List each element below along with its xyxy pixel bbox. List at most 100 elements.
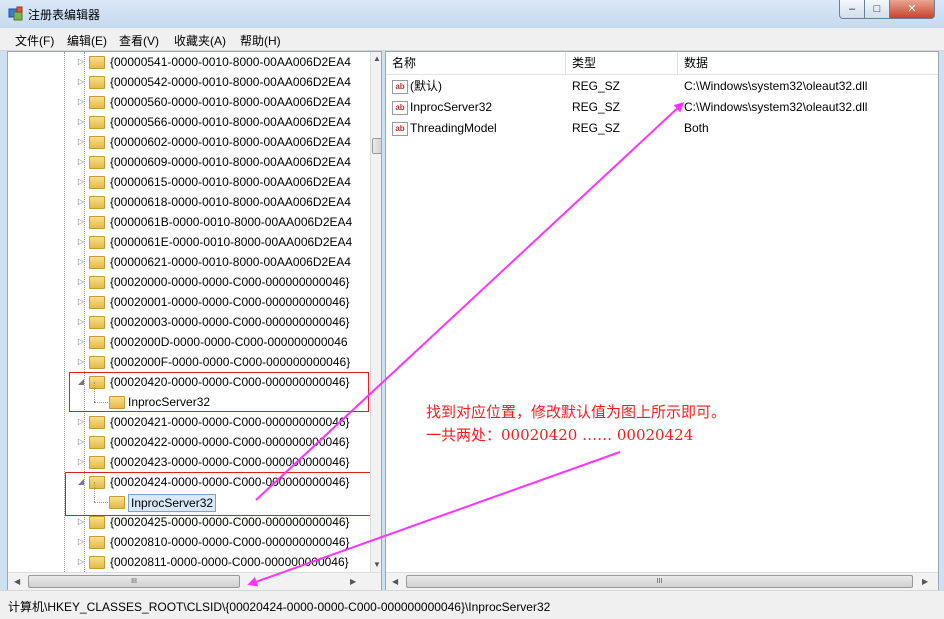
folder-icon: [89, 216, 105, 229]
tree-key-row[interactable]: ▷ {00020422-0000-0000-C000-000000000046}: [8, 432, 368, 452]
folder-icon: [89, 436, 105, 449]
scroll-right-arrow-icon[interactable]: ▶: [922, 577, 928, 586]
status-bar: 计算机\HKEY_CLASSES_ROOT\CLSID\{00020424-00…: [0, 590, 944, 619]
tree-key-row[interactable]: ▷ {00000609-0000-0010-8000-00AA006D2EA4: [8, 152, 368, 172]
string-value-icon: ab: [392, 80, 408, 94]
tree-horizontal-scrollbar[interactable]: ◀ III ▶: [8, 572, 381, 590]
scroll-left-arrow-icon[interactable]: ◀: [392, 577, 398, 586]
tree-key-row[interactable]: ▷ {00020423-0000-0000-C000-000000000046}: [8, 452, 368, 472]
folder-icon: [89, 176, 105, 189]
tree-key-label: {00020810-0000-0000-C000-000000000046}: [110, 535, 350, 549]
list-header: 名称 类型 数据: [386, 52, 938, 75]
tree-key-label: {00020811-0000-0000-C000-000000000046}: [110, 555, 349, 569]
tree-key-row[interactable]: ▷ {0000061E-0000-0010-8000-00AA006D2EA4: [8, 232, 368, 252]
tree-key-row[interactable]: ▷ {00000602-0000-0010-8000-00AA006D2EA4: [8, 132, 368, 152]
tree-key-label: {00020421-0000-0000-C000-000000000046}: [110, 415, 350, 429]
tree-key-label: {00020003-0000-0000-C000-000000000046}: [110, 315, 350, 329]
list-horizontal-scroll-thumb[interactable]: III: [406, 575, 913, 588]
folder-icon: [89, 196, 105, 209]
highlight-box-00020424: [65, 472, 375, 516]
value-data: Both: [684, 121, 709, 135]
folder-icon: [89, 356, 105, 369]
folder-icon: [89, 96, 105, 109]
tree-key-row[interactable]: ▷ {00000618-0000-0010-8000-00AA006D2EA4: [8, 192, 368, 212]
tree-key-label: {00000541-0000-0010-8000-00AA006D2EA4: [110, 55, 351, 69]
registry-editor-window: 注册表编辑器 – □ ✕ 文件(F) 编辑(E) 查看(V) 收藏夹(A) 帮助…: [0, 0, 944, 619]
folder-icon: [89, 516, 105, 529]
value-name: ThreadingModel: [410, 121, 497, 135]
tree-key-row[interactable]: ▷ {00000615-0000-0010-8000-00AA006D2EA4: [8, 172, 368, 192]
string-value-icon: ab: [392, 101, 408, 115]
values-list-pane[interactable]: 名称 类型 数据 ab (默认) REG_SZ C:\Windows\syste…: [385, 51, 939, 591]
column-header-name[interactable]: 名称: [386, 52, 566, 74]
tree-vertical-scroll-thumb[interactable]: [372, 138, 381, 154]
tree-key-row[interactable]: ▷ {00020000-0000-0000-C000-000000000046}: [8, 272, 368, 292]
menu-file[interactable]: 文件(F): [15, 32, 54, 49]
value-name: InprocServer32: [410, 100, 493, 114]
folder-icon: [89, 116, 105, 129]
value-row[interactable]: ab (默认) REG_SZ C:\Windows\system32\oleau…: [386, 76, 938, 97]
highlight-box-00020420: [69, 372, 369, 412]
folder-icon: [89, 556, 105, 569]
folder-icon: [89, 156, 105, 169]
value-row[interactable]: ab InprocServer32 REG_SZ C:\Windows\syst…: [386, 97, 938, 118]
key-tree-pane[interactable]: ▷ {00000541-0000-0010-8000-00AA006D2EA4 ▷{…: [7, 51, 382, 591]
value-row[interactable]: ab ThreadingModel REG_SZ Both: [386, 118, 938, 139]
annotation-line-2: 一共两处：00020420 …… 00020424: [426, 426, 694, 444]
folder-icon: [89, 536, 105, 549]
value-type: REG_SZ: [572, 121, 621, 135]
scroll-right-arrow-icon[interactable]: ▶: [350, 577, 356, 586]
string-value-icon: ab: [392, 122, 408, 136]
tree-key-row[interactable]: ▷ {00020421-0000-0000-C000-000000000046}: [8, 412, 368, 432]
tree-key-row[interactable]: ▷ {0002000F-0000-0000-C000-000000000046}: [8, 352, 368, 372]
folder-icon: [89, 456, 105, 469]
minimize-button[interactable]: –: [839, 0, 865, 19]
title-bar[interactable]: 注册表编辑器 – □ ✕: [0, 0, 944, 28]
menu-edit[interactable]: 编辑(E): [67, 32, 107, 49]
tree-key-row[interactable]: ▷ {00000542-0000-0010-8000-00AA006D2EA4: [8, 72, 368, 92]
menu-view[interactable]: 查看(V): [119, 32, 159, 49]
tree-key-row[interactable]: ▷ {0002000D-0000-0000-C000-000000000046: [8, 332, 368, 352]
tree-key-label: {00020000-0000-0000-C000-000000000046}: [110, 275, 350, 289]
tree-key-row[interactable]: ▷ {00020001-0000-0000-C000-000000000046}: [8, 292, 368, 312]
scroll-left-arrow-icon[interactable]: ◀: [14, 577, 20, 586]
tree-key-row[interactable]: ▷ {00000566-0000-0010-8000-00AA006D2EA4: [8, 112, 368, 132]
tree-key-label: {0002000F-0000-0000-C000-000000000046}: [110, 355, 351, 369]
regedit-app-icon: [8, 6, 23, 21]
tree-vertical-scrollbar[interactable]: ▲ ▼: [370, 52, 381, 572]
scroll-down-arrow-icon[interactable]: ▼: [373, 560, 381, 569]
menu-favorites[interactable]: 收藏夹(A): [174, 32, 226, 49]
tree-horizontal-scroll-thumb[interactable]: III: [28, 575, 240, 588]
tree-key-row[interactable]: ▷ {00000560-0000-0010-8000-00AA006D2EA4: [8, 92, 368, 112]
close-button[interactable]: ✕: [889, 0, 935, 19]
tree-key-label: {0002000D-0000-0000-C000-000000000046: [110, 335, 348, 349]
tree-key-row[interactable]: ▷ {00020810-0000-0000-C000-000000000046}: [8, 532, 368, 552]
tree-key-row[interactable]: ▷ {00020811-0000-0000-C000-000000000046}: [8, 552, 368, 572]
value-name: (默认): [410, 79, 442, 93]
tree-key-label: {00020001-0000-0000-C000-000000000046}: [110, 295, 350, 309]
tree-key-row[interactable]: ▷ {0000061B-0000-0010-8000-00AA006D2EA4: [8, 212, 368, 232]
value-data: C:\Windows\system32\oleaut32.dll: [684, 79, 868, 93]
tree-key-row[interactable]: ▷ {00020003-0000-0000-C000-000000000046}: [8, 312, 368, 332]
scroll-up-arrow-icon[interactable]: ▲: [373, 54, 381, 63]
folder-icon: [89, 56, 105, 69]
folder-icon: [89, 236, 105, 249]
menu-help[interactable]: 帮助(H): [240, 32, 281, 49]
tree-key-label: {00000602-0000-0010-8000-00AA006D2EA4: [110, 135, 351, 149]
folder-icon: [89, 336, 105, 349]
tree-key-label: {00020422-0000-0000-C000-000000000046}: [110, 435, 350, 449]
tree-key-label: {00000621-0000-0010-8000-00AA006D2EA4: [110, 255, 351, 269]
column-header-data[interactable]: 数据: [678, 52, 938, 74]
annotation-line-1: 找到对应位置，修改默认值为图上所示即可。: [426, 403, 727, 421]
value-data: C:\Windows\system32\oleaut32.dll: [684, 100, 868, 114]
folder-icon: [89, 316, 105, 329]
tree-key-label: {00000618-0000-0010-8000-00AA006D2EA4: [110, 195, 351, 209]
maximize-button[interactable]: □: [864, 0, 890, 19]
list-horizontal-scrollbar[interactable]: ◀ III ▶: [386, 572, 938, 590]
status-key-path: 计算机\HKEY_CLASSES_ROOT\CLSID\{00020424-00…: [8, 600, 551, 614]
column-header-type[interactable]: 类型: [566, 52, 678, 74]
tree-key-row[interactable]: ▷ {00000621-0000-0010-8000-00AA006D2EA4: [8, 252, 368, 272]
tree-key-label: {00020423-0000-0000-C000-000000000046}: [110, 455, 350, 469]
tree-key-row[interactable]: ▷ {00000541-0000-0010-8000-00AA006D2EA4: [8, 52, 368, 72]
tree-key-label: {00000615-0000-0010-8000-00AA006D2EA4: [110, 175, 351, 189]
